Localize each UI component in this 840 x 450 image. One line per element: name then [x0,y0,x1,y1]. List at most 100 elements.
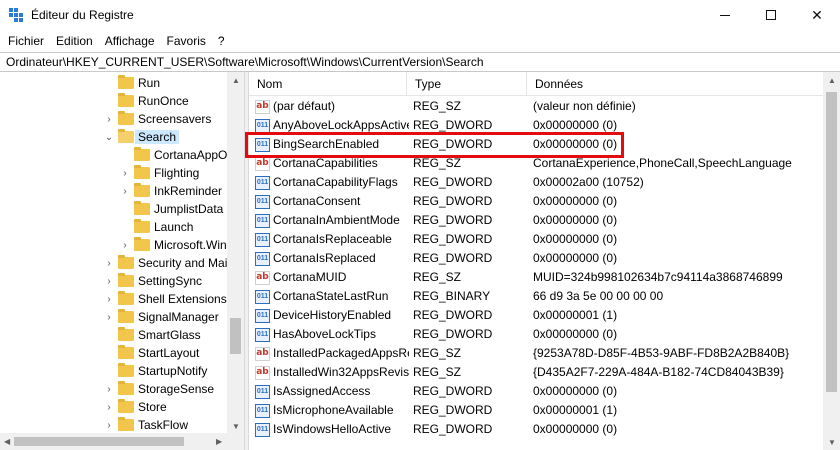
value-type-cell: REG_DWORD [413,175,493,189]
table-row[interactable]: 011 CortanaInAmbientMode REG_DWORD 0x000000… [249,211,823,230]
binary-value-icon: 011 [255,384,270,399]
chevron-right-icon[interactable]: › [103,308,115,326]
value-type-cell: REG_DWORD [413,384,493,398]
tree-item[interactable]: RunOnce [103,92,189,110]
value-name-cell: 011 CortanaCapabilityFlags [255,173,409,192]
tree-horizontal-scrollbar[interactable]: ◀ ▶ [0,433,227,450]
value-data-cell: 0x00000000 (0) [533,232,618,246]
tree-vertical-thumb[interactable] [230,318,241,354]
value-data-cell: 0x00002a00 (10752) [533,175,644,189]
table-row[interactable]: 011 HasAboveLockTips REG_DWORD 0x00000000 (… [249,325,823,344]
list-vertical-thumb[interactable] [826,92,837,392]
tree-item[interactable]: JumplistData [119,200,223,218]
chevron-right-icon[interactable]: › [103,380,115,398]
scroll-left-icon[interactable]: ◀ [4,437,10,446]
value-name: BingSearchEnabled [273,137,380,151]
folder-icon [118,255,134,269]
tree-item[interactable]: CortanaAppOverrides [119,146,244,164]
tree-item[interactable]: › Shell Extensions [103,290,227,308]
table-row[interactable]: 011 CortanaCapabilityFlags REG_DWORD 0x0000… [249,173,823,192]
list-vertical-scrollbar[interactable]: ▲ ▼ [823,72,840,450]
table-row[interactable]: 011 CortanaConsent REG_DWORD 0x00000000 (0) [249,192,823,211]
scroll-down-icon[interactable]: ▼ [232,422,240,431]
tree-item-label: Store [138,400,167,414]
menu-help[interactable]: ? [212,30,231,52]
table-row[interactable]: 011 BingSearchEnabled REG_DWORD 0x00000000 … [249,135,823,154]
chevron-right-icon[interactable]: › [119,164,131,182]
table-row[interactable]: 011 IsWindowsHelloActive REG_DWORD 0x000000… [249,420,823,439]
tree-item[interactable]: Launch [119,218,193,236]
tree-item-label: InkReminder [154,184,223,198]
menu-affichage[interactable]: Affichage [99,30,161,52]
chevron-right-icon[interactable]: › [103,254,115,272]
chevron-right-icon[interactable]: › [119,236,131,254]
title-bar[interactable]: Éditeur du Registre ✕ [0,0,840,30]
table-row[interactable]: abInstalledPackagedAppsRevision REG_SZ {92… [249,344,823,363]
tree-item-label: JumplistData [154,202,224,216]
tree-item[interactable]: › InkReminder [119,182,222,200]
column-header-type[interactable]: Type [407,72,527,96]
tree-item[interactable]: ⌄ Search [103,128,180,146]
maximize-button[interactable] [748,0,794,30]
table-row[interactable]: ab CortanaMUID REG_SZ MUID=324b998102634b7c… [249,268,823,287]
table-row[interactable]: 011 CortanaIsReplaced REG_DWORD 0x00000000 … [249,249,823,268]
tree-item[interactable]: StartupNotify [103,362,207,380]
close-button[interactable]: ✕ [794,0,840,30]
chevron-right-icon[interactable]: › [103,398,115,416]
table-row[interactable]: ab (par défaut) REG_SZ (valeur non définie) [249,97,823,116]
tree-item[interactable]: › Screensavers [103,110,211,128]
chevron-down-icon[interactable]: ⌄ [103,128,115,146]
scroll-right-icon[interactable]: ▶ [216,437,222,446]
chevron-right-icon[interactable]: › [103,110,115,128]
binary-value-icon: 011 [255,213,270,228]
tree-item[interactable]: ›Microsoft.Windows.Cortana [119,236,244,254]
scroll-up-icon[interactable]: ▲ [232,76,240,85]
tree-item[interactable]: › Store [103,398,167,416]
tree-item[interactable]: SmartGlass [103,326,201,344]
table-row[interactable]: 011 CortanaIsReplaceable REG_DWORD 0x000000… [249,230,823,249]
column-header-data[interactable]: Données [527,72,823,96]
tree-item[interactable]: › SignalManager [103,308,219,326]
table-row[interactable]: ab CortanaCapabilities REG_SZ CortanaExperi… [249,154,823,173]
chevron-right-icon[interactable]: › [119,182,131,200]
table-row[interactable]: 011 AnyAboveLockAppsActive REG_DWORD 0x0000… [249,116,823,135]
value-type-cell: REG_DWORD [413,327,493,341]
tree-horizontal-thumb[interactable] [14,437,184,446]
address-bar[interactable]: Ordinateur\HKEY_CURRENT_USER\Software\Mi… [0,52,840,72]
value-data-cell: 0x00000000 (0) [533,327,618,341]
tree-item-label: SmartGlass [138,328,201,342]
value-name: CortanaInAmbientMode [273,213,400,227]
value-type-cell: REG_SZ [413,270,462,284]
value-type-cell: REG_DWORD [413,194,493,208]
scroll-down-icon[interactable]: ▼ [828,438,836,447]
menu-edition[interactable]: Edition [50,30,99,52]
table-row[interactable]: 011 IsMicrophoneAvailable REG_DWORD 0x00000… [249,401,823,420]
chevron-right-icon[interactable]: › [103,416,115,434]
table-row[interactable]: 011 CortanaStateLastRun REG_BINARY 66 d9 3a… [249,287,823,306]
chevron-right-icon[interactable]: › [103,272,115,290]
tree-item[interactable]: ›Security and Maintenance [103,254,244,272]
tree-item[interactable]: › TaskFlow [103,416,188,434]
tree-item-label: StartupNotify [138,364,208,378]
tree-item[interactable]: › SettingSync [103,272,202,290]
tree-item[interactable]: › StorageSense [103,380,214,398]
scroll-up-icon[interactable]: ▲ [828,76,836,85]
folder-icon [118,363,134,377]
menu-favoris[interactable]: Favoris [161,30,212,52]
minimize-button[interactable] [702,0,748,30]
string-value-icon: ab [255,156,270,171]
tree-item[interactable]: StartLayout [103,344,199,362]
value-name-cell: 011 HasAboveLockTips [255,325,409,344]
table-row[interactable]: abInstalledWin32AppsRevision REG_SZ {D435A… [249,363,823,382]
table-row[interactable]: 011 DeviceHistoryEnabled REG_DWORD 0x000000… [249,306,823,325]
value-type-cell: REG_SZ [413,99,462,113]
menu-fichier[interactable]: Fichier [2,30,50,52]
tree-item[interactable]: Run [103,74,160,92]
value-name-cell: 011 DeviceHistoryEnabled [255,306,409,325]
column-header-name[interactable]: Nom [249,72,407,96]
value-name-cell: ab CortanaMUID [255,268,409,287]
tree-vertical-scrollbar[interactable]: ▲ ▼ [227,72,244,433]
table-row[interactable]: 011 IsAssignedAccess REG_DWORD 0x00000000 (… [249,382,823,401]
tree-item[interactable]: › Flighting [119,164,199,182]
chevron-right-icon[interactable]: › [103,290,115,308]
